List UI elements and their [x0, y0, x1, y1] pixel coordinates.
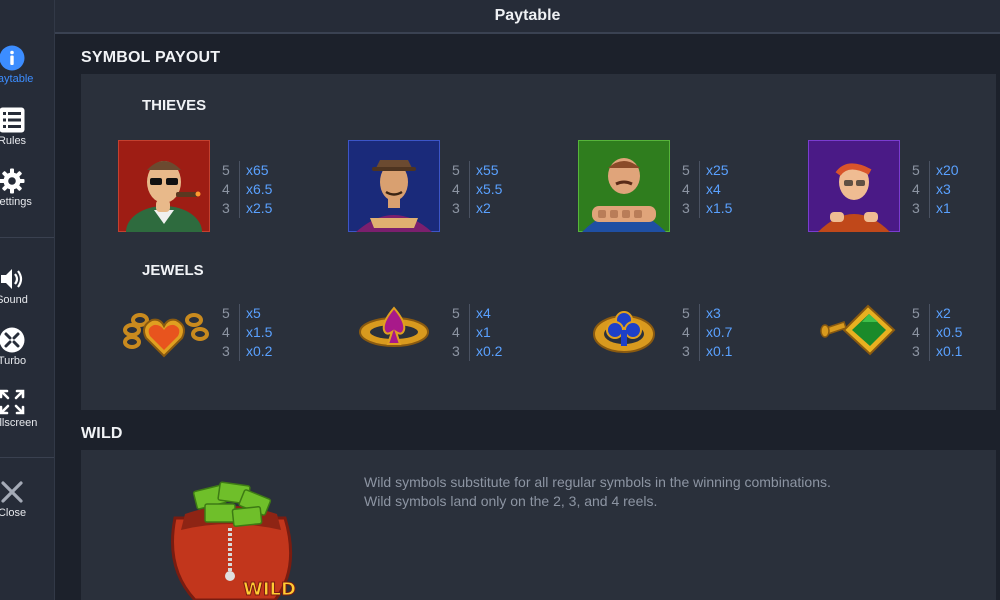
payout-multiplier: x0.1 [936, 343, 963, 359]
gear-icon [0, 167, 26, 195]
turbo-icon [0, 326, 26, 354]
payout-multiplier: x4 [476, 305, 491, 321]
payout-count: 3 [452, 342, 470, 361]
payout-multiplier: x3 [936, 181, 951, 197]
payout-count: 4 [912, 180, 930, 199]
speaker-icon [0, 265, 26, 293]
payout-count: 5 [682, 161, 700, 180]
wild-badge-text: WILD [243, 579, 296, 600]
payout-count: 3 [222, 199, 240, 218]
payout-count: 4 [912, 323, 930, 342]
payout-multiplier: x0.2 [246, 343, 273, 359]
sidebar-item-label: Settings [0, 196, 32, 208]
payout-count: 5 [452, 304, 470, 323]
section-title-symbol-payout: SYMBOL PAYOUT [81, 49, 221, 66]
wild-description-line: Wild symbols substitute for all regular … [364, 474, 831, 490]
payout-count: 4 [452, 323, 470, 342]
heart-jewel-symbol [118, 290, 210, 370]
sidebar-divider [0, 457, 54, 458]
club-ring-payouts: 5 x3 4 x0.7 3 x0.1 [682, 304, 732, 361]
spade-ring-payouts: 5 x4 4 x1 3 x0.2 [452, 304, 502, 361]
sidebar-item-label: Fullscreen [0, 417, 38, 429]
sidebar: Paytable Rules Settings Sound Turbo Full… [0, 0, 55, 600]
heart-jewel-payouts: 5 x5 4 x1.5 3 x0.2 [222, 304, 272, 361]
payout-multiplier: x3 [706, 305, 721, 321]
thief-hat-payouts: 5 x55 4 x5.5 3 x2 [452, 161, 502, 218]
payout-multiplier: x2 [936, 305, 951, 321]
payout-count: 3 [912, 199, 930, 218]
payout-multiplier: x55 [476, 162, 499, 178]
payout-multiplier: x0.2 [476, 343, 503, 359]
payout-multiplier: x5.5 [476, 181, 503, 197]
payout-multiplier: x0.1 [706, 343, 733, 359]
fullscreen-icon [0, 388, 26, 416]
payout-count: 3 [912, 342, 930, 361]
payout-multiplier: x1 [936, 200, 951, 216]
list-icon [0, 106, 26, 134]
payout-multiplier: x2 [476, 200, 491, 216]
payout-multiplier: x25 [706, 162, 729, 178]
thief-kid-symbol [808, 140, 900, 232]
payout-count: 5 [222, 304, 240, 323]
payout-count: 3 [222, 342, 240, 361]
payout-count: 5 [912, 304, 930, 323]
payout-multiplier: x1 [476, 324, 491, 340]
thief-brute-symbol [578, 140, 670, 232]
payout-count: 5 [912, 161, 930, 180]
paytable-header: Paytable [55, 0, 1000, 34]
group-title-thieves: THIEVES [142, 97, 207, 114]
payout-count: 3 [452, 199, 470, 218]
wild-description: Wild symbols substitute for all regular … [364, 473, 831, 511]
sidebar-item-label: Paytable [0, 73, 34, 85]
payout-count: 3 [682, 199, 700, 218]
sidebar-item-sound[interactable]: Sound [0, 265, 36, 306]
payout-multiplier: x1.5 [246, 324, 273, 340]
spade-ring-symbol [348, 290, 440, 370]
payout-multiplier: x20 [936, 162, 959, 178]
wild-money-bag-symbol: WILD [155, 478, 300, 600]
thief-kid-payouts: 5 x20 4 x3 3 x1 [912, 161, 959, 218]
page-title: Paytable [494, 7, 561, 24]
payout-count: 3 [682, 342, 700, 361]
payout-multiplier: x1.5 [706, 200, 733, 216]
sidebar-item-paytable[interactable]: Paytable [0, 44, 36, 85]
sidebar-divider [0, 237, 54, 238]
sidebar-item-close[interactable]: Close [0, 478, 36, 519]
payout-count: 4 [682, 180, 700, 199]
sidebar-item-fullscreen[interactable]: Fullscreen [0, 388, 38, 429]
payout-multiplier: x5 [246, 305, 261, 321]
payout-multiplier: x65 [246, 162, 269, 178]
payout-multiplier: x4 [706, 181, 721, 197]
section-title-wild: WILD [81, 425, 123, 442]
payout-count: 4 [222, 323, 240, 342]
diamond-cufflink-payouts: 5 x2 4 x0.5 3 x0.1 [912, 304, 962, 361]
payout-multiplier: x2.5 [246, 200, 273, 216]
payout-count: 5 [222, 161, 240, 180]
sidebar-item-label: Rules [0, 135, 27, 147]
club-ring-symbol [578, 290, 670, 370]
payout-multiplier: x6.5 [246, 181, 273, 197]
sidebar-item-turbo[interactable]: Turbo [0, 326, 36, 367]
wild-description-line: Wild symbols land only on the 2, 3, and … [364, 493, 658, 509]
sidebar-item-rules[interactable]: Rules [0, 106, 36, 147]
payout-count: 4 [452, 180, 470, 199]
sidebar-item-label: Close [0, 507, 27, 519]
thief-hat-symbol [348, 140, 440, 232]
group-title-jewels: JEWELS [142, 262, 204, 279]
payout-count: 5 [682, 304, 700, 323]
payout-count: 4 [682, 323, 700, 342]
close-icon [0, 478, 26, 506]
sidebar-item-label: Sound [0, 294, 28, 306]
sidebar-item-label: Turbo [0, 355, 27, 367]
thief-cigar-payouts: 5 x65 4 x6.5 3 x2.5 [222, 161, 272, 218]
thief-brute-payouts: 5 x25 4 x4 3 x1.5 [682, 161, 732, 218]
payout-multiplier: x0.7 [706, 324, 733, 340]
payout-count: 4 [222, 180, 240, 199]
payout-multiplier: x0.5 [936, 324, 963, 340]
info-icon [0, 44, 26, 72]
sidebar-item-settings[interactable]: Settings [0, 167, 36, 208]
thief-cigar-symbol [118, 140, 210, 232]
diamond-cufflink-symbol [808, 290, 900, 370]
payout-count: 5 [452, 161, 470, 180]
